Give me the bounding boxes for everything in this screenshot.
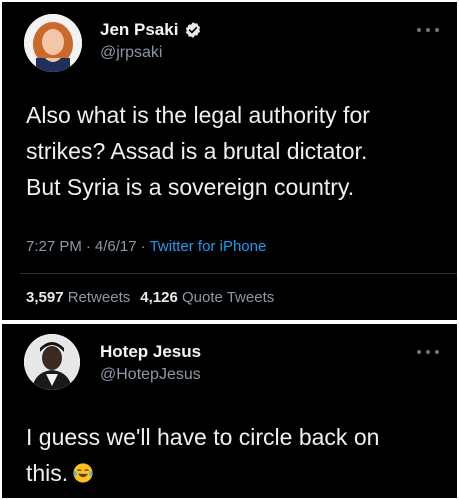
tweet-text-fragment: this. <box>26 460 69 486</box>
quote-tweets-label: Quote Tweets <box>181 289 275 306</box>
face-with-tears-of-joy-emoji-icon <box>73 463 93 483</box>
tweet-meta: 7:27 PM · 4/6/17 · Twitter for iPhone <box>26 238 267 255</box>
tweet-text-line: Also what is the legal authority for <box>26 102 370 128</box>
display-name[interactable]: Hotep Jesus <box>100 342 201 362</box>
verified-badge-icon <box>186 22 201 38</box>
avatar[interactable] <box>24 334 80 390</box>
tweet-source-link[interactable]: Twitter for iPhone <box>150 238 267 255</box>
tweet-date[interactable]: 4/6/17 <box>95 238 137 255</box>
retweets-label: Retweets <box>67 289 131 306</box>
retweets-stat[interactable]: 3,597 Retweets <box>26 289 130 306</box>
author-info: Jen Psaki @jrpsaki <box>100 20 202 64</box>
divider <box>20 273 457 274</box>
tweet-text-line: But Syria is a sovereign country. <box>26 174 355 200</box>
user-handle[interactable]: @jrpsaki <box>100 42 202 64</box>
more-options-icon[interactable] <box>417 26 439 34</box>
tweet-text-line: this. <box>26 455 437 491</box>
tweet-text-line: strikes? Assad is a brutal dictator. <box>26 138 368 164</box>
display-name[interactable]: Jen Psaki <box>100 20 202 40</box>
tweet-text: Also what is the legal authority for str… <box>26 97 437 205</box>
display-name-text[interactable]: Hotep Jesus <box>100 342 201 362</box>
quote-tweets-count: 4,126 <box>140 289 178 306</box>
tweet-text-line: I guess we'll have to circle back on <box>26 424 380 450</box>
tweet-card-hotep: Hotep Jesus @HotepJesus I guess we'll ha… <box>2 324 457 498</box>
display-name-text[interactable]: Jen Psaki <box>100 20 178 40</box>
quote-tweets-stat[interactable]: 4,126 Quote Tweets <box>140 289 274 306</box>
tweet-time[interactable]: 7:27 PM <box>26 238 82 255</box>
retweets-count: 3,597 <box>26 289 64 306</box>
tweet-card-psaki: Jen Psaki @jrpsaki Also what is the lega… <box>2 2 457 320</box>
avatar[interactable] <box>24 14 82 72</box>
author-info: Hotep Jesus @HotepJesus <box>100 342 201 386</box>
user-handle[interactable]: @HotepJesus <box>100 364 201 386</box>
more-options-icon[interactable] <box>417 348 439 356</box>
tweet-text: I guess we'll have to circle back on thi… <box>26 419 437 491</box>
tweet-stats: 3,597 Retweets 4,126 Quote Tweets <box>26 289 274 306</box>
